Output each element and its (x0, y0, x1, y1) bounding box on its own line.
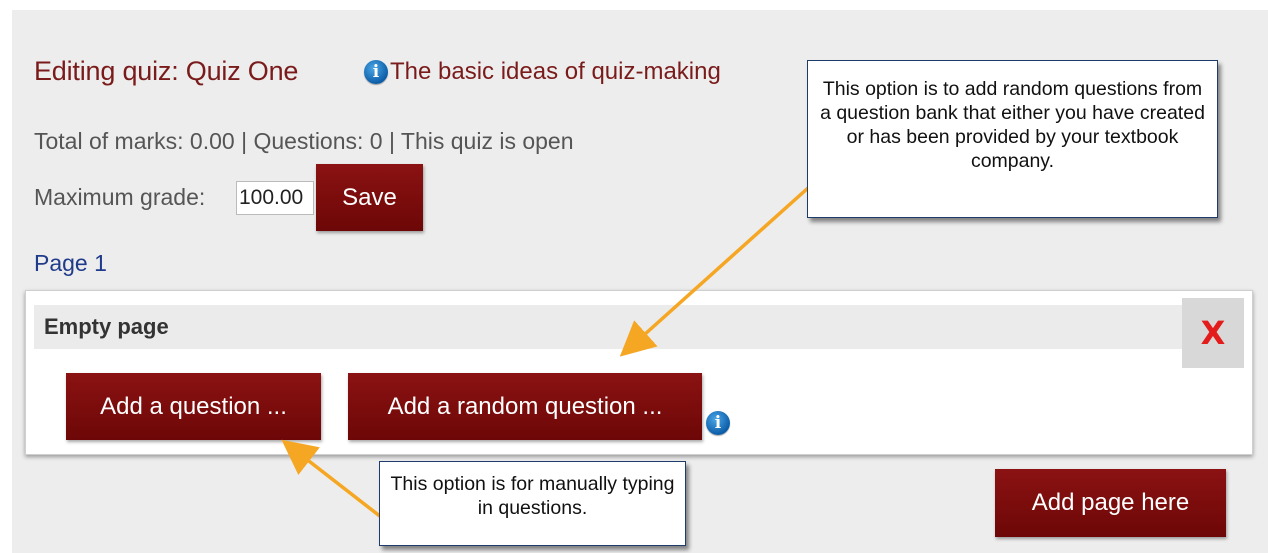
random-question-callout: This option is to add random questions f… (807, 60, 1218, 218)
manual-callout-arrow (281, 439, 383, 519)
manual-question-callout: This option is for manually typing in qu… (379, 461, 686, 546)
random-callout-arrow (619, 186, 810, 357)
